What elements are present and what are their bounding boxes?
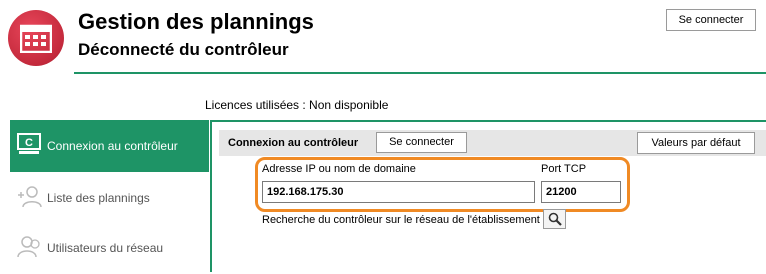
connection-status: Déconnecté du contrôleur	[78, 40, 289, 59]
search-icon	[548, 212, 562, 226]
licences-status: Licences utilisées : Non disponible	[205, 98, 389, 112]
panel-heading: Connexion au contrôleur	[228, 137, 359, 149]
header-divider	[74, 72, 766, 74]
port-label: Port TCP	[541, 163, 587, 175]
sidebar-item-label: Connexion au contrôleur	[47, 139, 178, 153]
calendar-icon	[20, 24, 52, 53]
search-controller-button[interactable]	[543, 209, 566, 229]
app-logo	[8, 10, 64, 66]
ip-address-field[interactable]: 192.168.175.30	[262, 181, 535, 203]
user-add-icon	[17, 185, 43, 212]
sidebar-item-utilisateurs[interactable]: Utilisateurs du réseau	[10, 222, 209, 274]
ip-label: Adresse IP ou nom de domaine	[262, 163, 416, 175]
port-field[interactable]: 21200	[541, 181, 621, 203]
sidebar-item-label: Utilisateurs du réseau	[47, 241, 164, 255]
sidebar-item-connexion[interactable]: C Connexion au contrôleur	[10, 120, 209, 172]
controller-icon: C	[17, 133, 41, 158]
users-icon	[17, 235, 43, 262]
sidebar-item-plannings[interactable]: Liste des plannings	[10, 172, 209, 224]
svg-text:C: C	[25, 137, 33, 149]
connect-button[interactable]: Se connecter	[376, 132, 467, 153]
header-connect-button[interactable]: Se connecter	[666, 9, 756, 31]
sidebar-item-label: Liste des plannings	[47, 191, 150, 205]
search-controller-label: Recherche du contrôleur sur le réseau de…	[262, 214, 540, 226]
default-values-button[interactable]: Valeurs par défaut	[637, 132, 755, 154]
page-title: Gestion des plannings	[78, 9, 314, 34]
